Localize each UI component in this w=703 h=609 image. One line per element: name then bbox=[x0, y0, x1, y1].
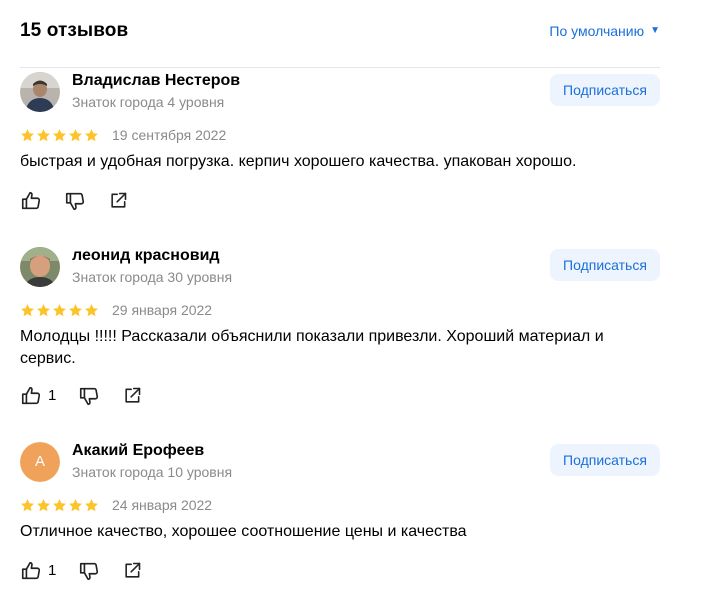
review-actions: 1 bbox=[20, 559, 142, 583]
star-icon bbox=[52, 498, 67, 513]
review-text: быстрая и удобная погрузка. керпич хорош… bbox=[20, 153, 577, 170]
star-icon bbox=[52, 128, 67, 143]
review-date: 24 января 2022 bbox=[112, 497, 213, 513]
star-icon bbox=[84, 128, 99, 143]
header-divider bbox=[20, 67, 660, 68]
rating-row: 24 января 2022 bbox=[20, 497, 212, 513]
like-button[interactable]: 1 bbox=[20, 385, 78, 407]
thumbs-down-icon bbox=[64, 190, 86, 212]
sort-dropdown[interactable]: По умолчанию ▼ bbox=[549, 21, 660, 41]
star-icon bbox=[36, 498, 51, 513]
avatar[interactable]: А bbox=[20, 442, 60, 482]
subscribe-button[interactable]: Подписаться bbox=[550, 249, 660, 281]
caret-down-icon: ▼ bbox=[650, 25, 660, 36]
like-button[interactable]: 1 bbox=[20, 560, 78, 582]
like-count: 1 bbox=[48, 387, 57, 404]
star-icon bbox=[68, 498, 83, 513]
like-count: 1 bbox=[48, 562, 57, 579]
share-icon bbox=[108, 191, 128, 211]
rating-row: 29 января 2022 bbox=[20, 302, 212, 318]
author-level: Знаток города 4 уровня bbox=[72, 94, 225, 110]
review-text: Молодцы !!!!! Рассказали объяснили показ… bbox=[20, 328, 604, 367]
dislike-button[interactable] bbox=[78, 385, 122, 407]
avatar[interactable] bbox=[20, 247, 60, 287]
avatar[interactable] bbox=[20, 72, 60, 112]
rating-stars bbox=[20, 303, 99, 318]
rating-stars bbox=[20, 128, 99, 143]
author-level: Знаток города 30 уровня bbox=[72, 269, 233, 285]
rating-row: 19 сентября 2022 bbox=[20, 127, 226, 143]
star-icon bbox=[20, 303, 35, 318]
star-icon bbox=[36, 128, 51, 143]
thumbs-up-icon bbox=[20, 190, 42, 212]
reviews-header: 15 отзывов По умолчанию ▼ bbox=[20, 18, 660, 46]
thumbs-up-icon bbox=[20, 560, 42, 582]
review-actions bbox=[20, 189, 128, 213]
review-text: Отличное качество, хорошее соотношение ц… bbox=[20, 523, 467, 540]
star-icon bbox=[20, 498, 35, 513]
thumbs-down-icon bbox=[78, 385, 100, 407]
review-actions: 1 bbox=[20, 384, 142, 408]
star-icon bbox=[20, 128, 35, 143]
author-level: Знаток города 10 уровня bbox=[72, 464, 233, 480]
share-button[interactable] bbox=[122, 561, 142, 581]
author-name[interactable]: Акакий Ерофеев bbox=[72, 441, 204, 461]
star-icon bbox=[84, 498, 99, 513]
dislike-button[interactable] bbox=[78, 560, 122, 582]
reviews-count-title: 15 отзывов bbox=[20, 20, 129, 41]
rating-stars bbox=[20, 498, 99, 513]
sort-label: По умолчанию bbox=[549, 23, 645, 39]
star-icon bbox=[68, 128, 83, 143]
share-icon bbox=[122, 561, 142, 581]
author-name[interactable]: Владислав Нестеров bbox=[72, 71, 240, 91]
dislike-button[interactable] bbox=[64, 190, 108, 212]
subscribe-button[interactable]: Подписаться bbox=[550, 74, 660, 106]
review-date: 29 января 2022 bbox=[112, 302, 213, 318]
like-button[interactable] bbox=[20, 190, 64, 212]
avatar-letter: А bbox=[20, 442, 60, 482]
share-icon bbox=[122, 386, 142, 406]
star-icon bbox=[84, 303, 99, 318]
star-icon bbox=[68, 303, 83, 318]
thumbs-up-icon bbox=[20, 385, 42, 407]
share-button[interactable] bbox=[122, 386, 142, 406]
subscribe-button[interactable]: Подписаться bbox=[550, 444, 660, 476]
author-name[interactable]: леонид красновид bbox=[72, 246, 220, 266]
review-date: 19 сентября 2022 bbox=[112, 127, 227, 143]
star-icon bbox=[52, 303, 67, 318]
share-button[interactable] bbox=[108, 191, 128, 211]
thumbs-down-icon bbox=[78, 560, 100, 582]
star-icon bbox=[36, 303, 51, 318]
